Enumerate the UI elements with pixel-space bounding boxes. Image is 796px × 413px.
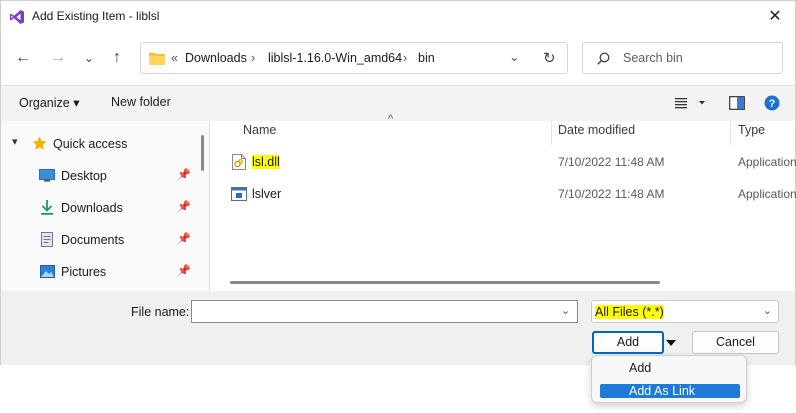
pin-icon[interactable]: 📌 [177, 168, 191, 181]
cancel-button-label: Cancel [716, 335, 755, 349]
breadcrumb-liblsl[interactable]: liblsl-1.16.0-Win_amd64 [268, 51, 402, 65]
pictures-icon [40, 265, 55, 278]
preview-pane-icon[interactable] [729, 96, 745, 110]
title-bar: Add Existing Item - liblsl ✕ [1, 1, 795, 33]
help-icon[interactable]: ? [764, 95, 780, 111]
file-row-lslver[interactable]: lslver 7/10/2022 11:48 AM Application [210, 179, 796, 209]
sidebar-item-desktop[interactable]: Desktop 📌 [1, 161, 201, 191]
file-name-label: File name: [131, 305, 190, 319]
pin-icon[interactable]: 📌 [177, 264, 191, 277]
close-icon: ✕ [768, 8, 782, 25]
search-icon [597, 52, 610, 65]
sidebar-item-documents[interactable]: Documents 📌 [1, 225, 201, 255]
sidebar-item-label: Quick access [53, 137, 128, 151]
column-header-type[interactable]: Type [738, 123, 765, 137]
chevron-down-icon: ⌄ [83, 51, 95, 65]
menu-item-label: Add As Link [629, 384, 696, 398]
view-options-icon[interactable] [675, 97, 709, 109]
navigation-pane: ▾ Quick access Desktop 📌 Downloads 📌 Doc… [1, 121, 209, 291]
close-button[interactable]: ✕ [755, 1, 795, 33]
sidebar-item-pictures[interactable]: Pictures 📌 [1, 257, 201, 287]
dll-file-icon [232, 154, 246, 170]
caret-down-icon [666, 340, 676, 346]
menu-item-add-as-link[interactable]: Add As Link [600, 384, 740, 398]
file-date-modified: 7/10/2022 11:48 AM [558, 187, 665, 201]
file-name[interactable]: lsl.dll [252, 155, 280, 169]
sidebar-item-label: Downloads [61, 201, 123, 215]
pin-icon[interactable]: 📌 [177, 232, 191, 245]
sidebar-item-label: Desktop [61, 169, 107, 183]
star-icon [32, 136, 47, 150]
breadcrumb-downloads[interactable]: Downloads [185, 51, 247, 65]
address-bar[interactable]: « Downloads › liblsl-1.16.0-Win_amd64 › … [140, 42, 568, 74]
file-type: Application [738, 155, 796, 169]
add-options-menu: Add Add As Link [591, 355, 747, 403]
exe-file-icon [231, 187, 247, 201]
file-type: Application [738, 187, 796, 201]
chevron-down-icon[interactable]: ▾ [12, 135, 18, 148]
address-dropdown-icon[interactable]: ⌄ [509, 49, 519, 64]
file-list-pane: ^ Name Date modified Type lsl.dll 7/10/2… [210, 113, 796, 291]
file-name-dropdown-icon[interactable]: ⌄ [561, 304, 570, 317]
breadcrumb-bin[interactable]: bin [418, 51, 435, 65]
dialog-footer: File name: ⌄ All Files (*.*) ⌄ Add Cance… [1, 291, 795, 365]
organize-menu[interactable]: Organize ▾ [19, 95, 79, 110]
column-header-name[interactable]: Name [243, 123, 276, 137]
refresh-icon[interactable]: ↻ [543, 49, 556, 67]
breadcrumb-overflow[interactable]: « [171, 51, 178, 65]
new-folder-button[interactable]: New folder [111, 95, 171, 109]
chevron-down-icon: ⌄ [762, 305, 772, 317]
add-button-label: Add [616, 335, 640, 349]
menu-item-label: Add [629, 361, 652, 375]
forward-button[interactable]: → [47, 47, 69, 69]
file-date-modified: 7/10/2022 11:48 AM [558, 155, 665, 169]
file-row-lsl-dll[interactable]: lsl.dll 7/10/2022 11:48 AM Application [210, 147, 796, 177]
add-split-dropdown-button[interactable] [664, 331, 678, 354]
cancel-button[interactable]: Cancel [692, 331, 779, 354]
sort-ascending-icon: ^ [388, 113, 394, 125]
file-name-input[interactable] [191, 300, 578, 323]
document-icon [41, 232, 53, 247]
search-placeholder: Search bin [623, 51, 683, 65]
sidebar-scrollbar[interactable] [201, 135, 204, 171]
window-title: Add Existing Item - liblsl [32, 9, 160, 23]
up-button[interactable]: ↑ [106, 47, 128, 69]
file-type-value: All Files (*.*) [595, 305, 664, 319]
pin-icon[interactable]: 📌 [177, 200, 191, 213]
add-button[interactable]: Add [592, 331, 664, 354]
up-arrow-icon: ↑ [113, 49, 121, 66]
forward-arrow-icon: → [50, 49, 66, 66]
recent-locations-button[interactable]: ⌄ [78, 47, 100, 69]
file-type-select[interactable]: All Files (*.*) ⌄ [591, 300, 779, 323]
desktop-icon [39, 169, 55, 182]
visual-studio-icon [10, 10, 24, 24]
command-bar: Organize ▾ New folder ? [1, 85, 795, 122]
horizontal-scrollbar[interactable] [230, 281, 660, 284]
search-box[interactable]: Search bin [582, 42, 783, 74]
add-existing-item-dialog: Add Existing Item - liblsl ✕ ← → ⌄ ↑ « D… [0, 0, 796, 365]
sidebar-item-quick-access[interactable]: ▾ Quick access [1, 129, 201, 159]
breadcrumb-separator: › [251, 51, 256, 65]
column-header-date-modified[interactable]: Date modified [558, 123, 635, 137]
sidebar-item-label: Pictures [61, 265, 107, 279]
column-divider[interactable] [730, 121, 731, 145]
column-divider[interactable] [551, 121, 552, 145]
navigation-bar: ← → ⌄ ↑ « Downloads › liblsl-1.16.0-Win_… [1, 33, 795, 85]
sidebar-item-downloads[interactable]: Downloads 📌 [1, 193, 201, 223]
back-arrow-icon: ← [15, 49, 31, 66]
sidebar-item-label: Documents [61, 233, 125, 247]
file-name[interactable]: lslver [252, 187, 281, 201]
menu-item-add[interactable]: Add [600, 361, 740, 375]
svg-text:?: ? [769, 98, 776, 110]
folder-icon [149, 52, 165, 65]
download-icon [41, 200, 53, 215]
back-button[interactable]: ← [12, 47, 34, 69]
column-headers: ^ Name Date modified Type [210, 113, 795, 145]
breadcrumb-separator: › [403, 51, 408, 65]
